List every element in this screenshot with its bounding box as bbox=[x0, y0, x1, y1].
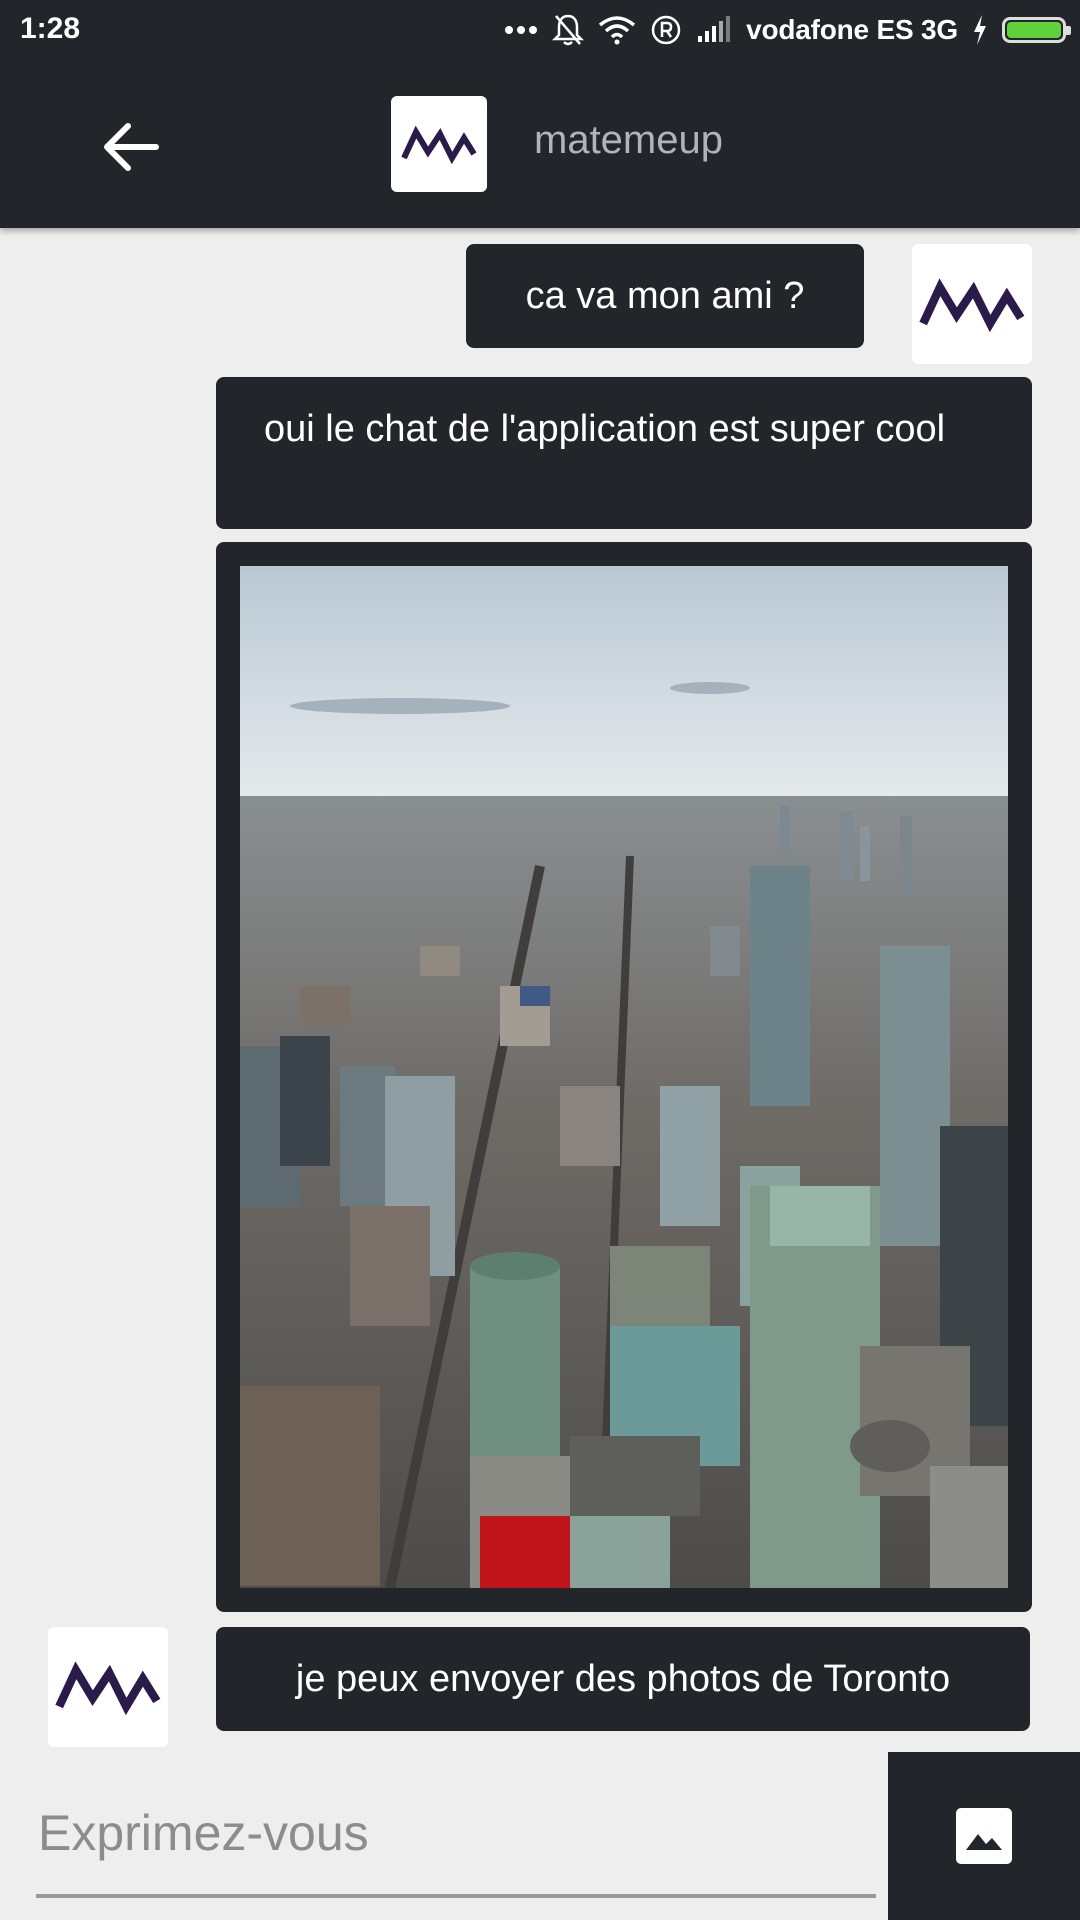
more-icon bbox=[505, 26, 538, 34]
toronto-photo[interactable] bbox=[240, 566, 1008, 1588]
charging-icon bbox=[974, 15, 986, 45]
message-list[interactable]: ca va mon ami ? oui le chat de l'applica… bbox=[0, 228, 1080, 1752]
battery-icon bbox=[1002, 17, 1071, 43]
image-icon bbox=[956, 1808, 1012, 1864]
wifi-icon bbox=[598, 16, 636, 45]
status-icons: vodafone ES 3G bbox=[504, 10, 1071, 50]
input-underline bbox=[36, 1894, 876, 1898]
contact-avatar[interactable] bbox=[391, 96, 487, 192]
message-bubble-outgoing: oui le chat de l'application est super c… bbox=[216, 377, 1032, 529]
mw-logo-icon bbox=[401, 125, 477, 164]
status-time: 1:28 bbox=[20, 12, 81, 45]
chat-title: matemeup bbox=[534, 118, 723, 162]
composer-bar bbox=[0, 1752, 1080, 1920]
contact-avatar[interactable] bbox=[48, 1627, 168, 1747]
bell-off-icon bbox=[552, 14, 585, 46]
carrier-name: vodafone ES 3G bbox=[746, 14, 958, 45]
registered-icon bbox=[651, 15, 681, 45]
signal-icon bbox=[698, 16, 731, 42]
sender-avatar[interactable] bbox=[912, 244, 1032, 364]
back-arrow-icon[interactable] bbox=[96, 112, 166, 182]
message-text: ca va mon ami ? bbox=[525, 275, 805, 317]
message-text: je peux envoyer des photos de Toronto bbox=[295, 1658, 951, 1700]
mw-logo-icon bbox=[919, 278, 1025, 332]
message-bubble-image bbox=[216, 542, 1032, 1612]
status-bar: 1:28 vodafone ES 3G bbox=[0, 0, 1080, 62]
message-text: oui le chat de l'application est super c… bbox=[264, 408, 946, 450]
battery-level bbox=[1007, 22, 1061, 38]
chat-header: matemeup bbox=[0, 62, 1080, 228]
message-input[interactable] bbox=[36, 1792, 880, 1874]
message-bubble-outgoing: ca va mon ami ? bbox=[466, 244, 864, 348]
send-image-button[interactable] bbox=[888, 1752, 1080, 1920]
mw-logo-icon bbox=[55, 1661, 161, 1715]
message-bubble-incoming: je peux envoyer des photos de Toronto bbox=[216, 1627, 1030, 1731]
